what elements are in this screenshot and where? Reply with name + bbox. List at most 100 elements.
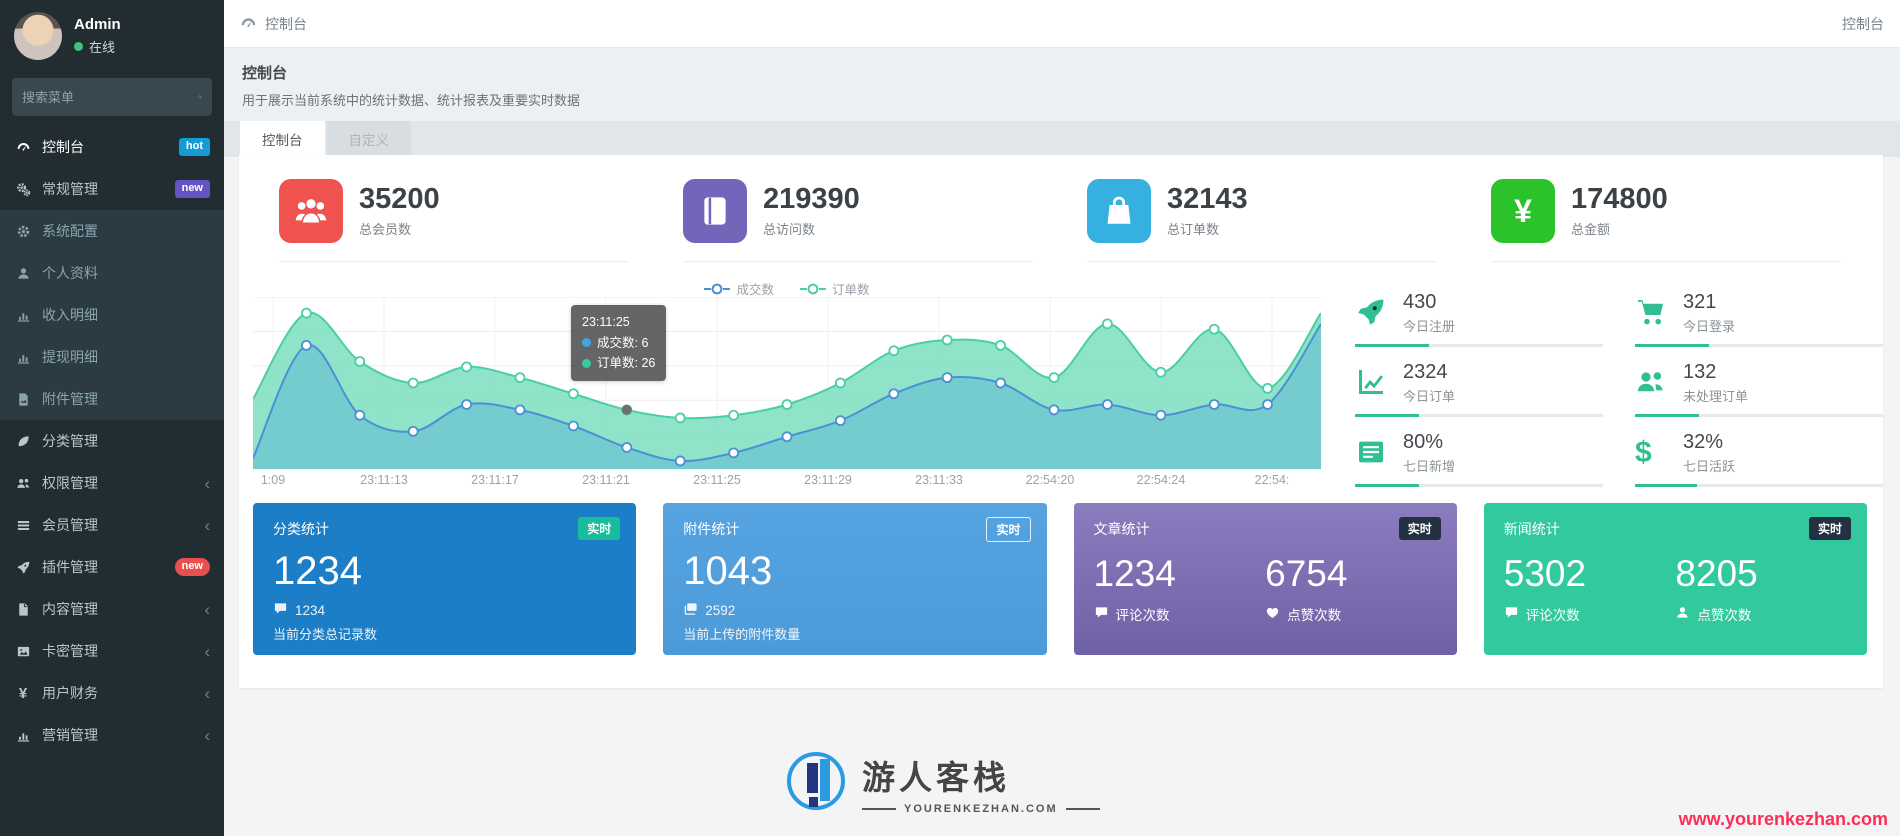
legend-item[interactable]: 成交数 — [704, 279, 774, 298]
x-tick-label: 23:11:13 — [360, 473, 408, 487]
topbar-right-link[interactable]: 控制台 — [1842, 14, 1884, 34]
mini-stat-value: 80% — [1403, 431, 1444, 453]
stat-value: 219390 — [763, 182, 860, 215]
stats-row: 35200 总会员数 219390 总访问数 32143 总订单数 ¥174800 总金额 — [239, 155, 1883, 262]
sidebar-item[interactable]: 附件管理 — [0, 378, 224, 420]
chevron-left-icon: ‹ — [204, 473, 210, 493]
topbar: 控制台 控制台 — [224, 0, 1900, 48]
tab-strip: 控制台 自定义 — [224, 121, 1900, 157]
mini-stat-label: 七日活跃 — [1683, 459, 1736, 474]
chart-plot-area[interactable] — [253, 297, 1321, 469]
sidebar-item[interactable]: ¥ 用户财务 ‹ — [0, 672, 224, 714]
heart-icon — [1265, 605, 1280, 623]
summary-card: 分类统计 实时 1234 1234 当前分类总记录数 — [253, 503, 637, 655]
footer-logo: 游人客栈 YOURENKEZHAN.COM — [784, 750, 1124, 816]
menu-search — [12, 78, 212, 116]
page-header: 控制台 用于展示当前系统中的统计数据、统计报表及重要实时数据 — [224, 48, 1900, 121]
stat-label: 总订单数 — [1167, 222, 1220, 238]
sidebar-item-label: 个人资料 — [42, 265, 98, 281]
cart-icon — [1635, 296, 1669, 330]
progress-bar — [1355, 344, 1603, 347]
x-tick-label: 23:11:33 — [915, 473, 963, 487]
dollar-glyph-icon: $ — [1635, 436, 1652, 469]
sidebar-item-label: 常规管理 — [42, 181, 98, 197]
comment-icon — [1504, 605, 1519, 623]
sidebar-item[interactable]: 提现明细 — [0, 336, 224, 378]
mini-stat-label: 今日注册 — [1403, 319, 1456, 334]
sidebar: Admin 在线 控制台 hot 常规管理 new 系统配置个人资料收入明细提现明细附件… — [0, 0, 224, 836]
breadcrumb[interactable]: 控制台 — [240, 14, 307, 34]
x-tick-label: 23:11:17 — [471, 473, 519, 487]
tooltip-row: 订单数: 26 — [582, 353, 655, 374]
sidebar-item-label: 分类管理 — [42, 433, 98, 449]
site-logo-subtitle: YOURENKEZHAN.COM — [862, 803, 1100, 815]
images-icon — [683, 601, 698, 619]
x-tick-label: 22:54:20 — [1025, 473, 1075, 487]
sidebar-item-label: 用户财务 — [42, 685, 98, 701]
sidebar-item-label: 提现明细 — [42, 349, 98, 365]
search-input[interactable] — [22, 89, 198, 105]
sidebar-item[interactable]: 权限管理 ‹ — [0, 462, 224, 504]
card-value: 6754 — [1265, 553, 1348, 594]
stat-value: 32143 — [1167, 182, 1248, 215]
chart-legend: 成交数 订单数 — [253, 279, 1321, 298]
sidebar-item[interactable]: 会员管理 ‹ — [0, 504, 224, 546]
file-image-icon — [14, 391, 32, 407]
sidebar-item-label: 收入明细 — [42, 307, 98, 323]
site-url[interactable]: www.yourenkezhan.com — [1679, 809, 1888, 830]
x-tick-label: 22:54:24 — [1136, 473, 1186, 487]
user-panel: Admin 在线 — [0, 0, 224, 74]
mini-stat-label: 今日登录 — [1683, 319, 1736, 334]
search-icon[interactable] — [198, 86, 202, 108]
legend-marker-icon — [704, 283, 731, 295]
sidebar-item-label: 卡密管理 — [42, 643, 98, 659]
sidebar-item-label: 营销管理 — [42, 727, 98, 743]
main-content: 控制台 用于展示当前系统中的统计数据、统计报表及重要实时数据 控制台 自定义 35… — [224, 48, 1900, 836]
yen-glyph-icon: ¥ — [1491, 179, 1555, 243]
sidebar-item-label: 控制台 — [42, 139, 84, 155]
tab-inactive[interactable]: 自定义 — [326, 121, 411, 157]
sidebar-item[interactable]: 分类管理 — [0, 420, 224, 462]
sidebar-item[interactable]: 常规管理 new — [0, 168, 224, 210]
mini-stat-value: 321 — [1683, 291, 1717, 313]
legend-item[interactable]: 订单数 — [800, 279, 870, 298]
site-logo-icon — [784, 750, 848, 816]
user-status-label: 在线 — [89, 40, 116, 55]
page-title: 控制台 — [242, 65, 288, 82]
bar-chart-icon — [14, 307, 32, 323]
tachometer-icon — [14, 139, 32, 155]
book-icon — [683, 179, 747, 243]
tab-active[interactable]: 控制台 — [240, 121, 325, 157]
chevron-left-icon: ‹ — [204, 515, 210, 535]
card-title: 文章统计 — [1093, 521, 1150, 537]
sidebar-item[interactable]: 收入明细 — [0, 294, 224, 336]
summary-cards: 分类统计 实时 1234 1234 当前分类总记录数 附件统计 实时 1043 2592 当前上传… — [253, 503, 1867, 655]
users-group-icon — [279, 179, 343, 243]
menu-badge: new — [174, 180, 210, 198]
sidebar-item[interactable]: 卡密管理 ‹ — [0, 630, 224, 672]
summary-card: 新闻统计 实时 5302 评论次数 8205 点赞次数 — [1483, 503, 1867, 655]
rocket-icon — [1355, 296, 1389, 330]
user-name: Admin — [74, 16, 121, 33]
series-dot-icon — [582, 338, 591, 348]
tooltip-title: 23:11:25 — [582, 315, 630, 329]
legend-marker-icon — [800, 283, 826, 295]
chevron-left-icon: ‹ — [204, 641, 210, 661]
sidebar-item[interactable]: 插件管理 new — [0, 546, 224, 588]
orders-chart[interactable]: 成交数 订单数 1:09 23:11:13 23:11:17 23:11:21 23:11:… — [253, 283, 1321, 487]
realtime-badge: 实时 — [578, 517, 621, 540]
mini-stat: 80% 七日新增 — [1355, 425, 1609, 495]
card-value: 8205 — [1675, 553, 1758, 594]
sidebar-item[interactable]: 控制台 hot — [0, 126, 224, 168]
card-meta-value: 1234 — [295, 602, 326, 618]
chart-tooltip: 23:11:25 成交数: 6 订单数: 26 — [571, 305, 667, 381]
gears-icon — [14, 181, 32, 197]
card-value: 5302 — [1503, 553, 1587, 594]
card-title: 分类统计 — [273, 521, 329, 537]
legend-label: 成交数 — [736, 283, 774, 297]
x-tick-label: 23:11:25 — [693, 473, 741, 487]
sidebar-item[interactable]: 个人资料 — [0, 252, 224, 294]
sidebar-item[interactable]: 系统配置 — [0, 210, 224, 252]
sidebar-item[interactable]: 内容管理 ‹ — [0, 588, 224, 630]
sidebar-item[interactable]: 营销管理 ‹ — [0, 714, 224, 756]
